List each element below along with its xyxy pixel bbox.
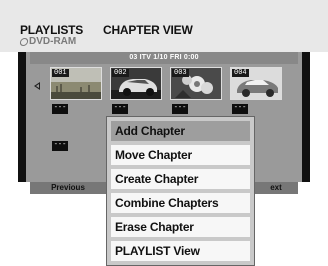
chapter-number: 004 [232,69,249,77]
scroll-left-arrow-icon[interactable] [34,82,40,90]
chapter-tag: --- [52,104,68,114]
menu-item-create-chapter[interactable]: Create Chapter [111,169,250,189]
chapter-thumbnail[interactable]: 002 [110,67,162,100]
chapter-number: 002 [112,69,129,77]
program-info: 03 ITV 1/10 FRI 0:00 [30,52,298,64]
chapter-thumbnail[interactable]: 003 [170,67,222,100]
chapter-menu: Add Chapter Move Chapter Create Chapter … [106,116,255,266]
chapter-tag: --- [232,104,248,114]
media-type: DVD-RAM [29,36,77,47]
header-bar: PLAYLISTS CHAPTER VIEW DVD-RAM [0,0,328,52]
tab-chapter-view[interactable]: CHAPTER VIEW [103,23,193,37]
chapter-tag: --- [52,141,68,151]
menu-item-combine-chapters[interactable]: Combine Chapters [111,193,250,213]
menu-item-erase-chapter[interactable]: Erase Chapter [111,217,250,237]
media-label: DVD-RAM [19,36,77,47]
chapter-thumbnail[interactable]: 001 [50,67,102,100]
chapter-number: 001 [52,69,69,77]
chapter-number: 003 [172,69,189,77]
menu-item-move-chapter[interactable]: Move Chapter [111,145,250,165]
disc-icon [19,37,29,46]
tab-playlists[interactable]: PLAYLISTS [20,23,83,37]
chapter-tag: --- [112,104,128,114]
chapter-tag: --- [172,104,188,114]
right-frame-bar [302,52,310,182]
previous-button[interactable]: Previous [30,182,106,194]
menu-item-add-chapter[interactable]: Add Chapter [111,121,250,141]
menu-item-playlist-view[interactable]: PLAYLIST View [111,241,250,261]
next-button[interactable]: ext [254,182,298,194]
chapter-thumbnail[interactable]: 004 [230,67,282,100]
left-frame-bar [18,52,26,182]
